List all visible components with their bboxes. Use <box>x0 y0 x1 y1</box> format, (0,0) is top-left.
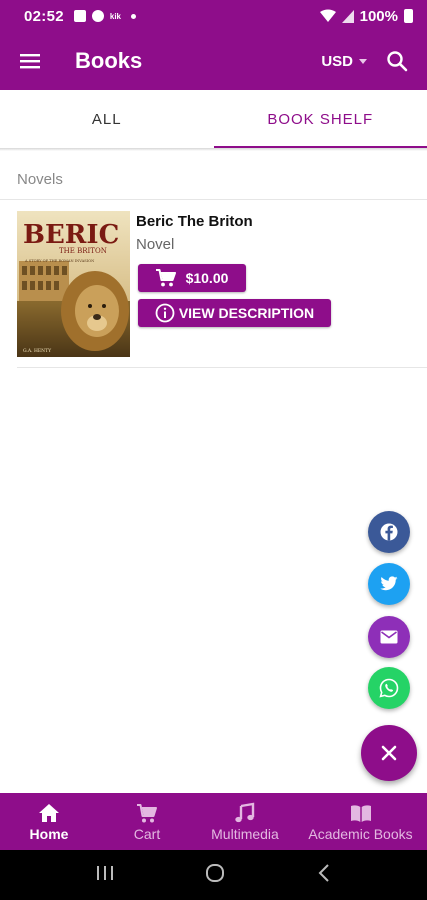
currency-label: USD <box>321 52 353 70</box>
twitter-share-button[interactable] <box>368 563 410 605</box>
book-cover-image[interactable]: BERIC THE BRITON A STORY OF THE ROMAN IN… <box>17 211 130 357</box>
chevron-down-icon <box>359 58 367 64</box>
tab-bar: ALL BOOK SHELF <box>0 90 427 148</box>
close-icon <box>381 745 397 761</box>
cover-author-text: G.A. HENTY <box>23 348 52 354</box>
facebook-share-button[interactable] <box>368 511 410 553</box>
gallery-notification-icon <box>73 10 86 22</box>
cover-tagline-text: A STORY OF THE ROMAN INVASION <box>24 259 94 263</box>
battery-percent: 100% <box>359 7 398 25</box>
home-system-button[interactable] <box>205 863 225 888</box>
view-description-button[interactable]: VIEW DESCRIPTION <box>138 299 331 327</box>
wifi-icon <box>319 9 336 22</box>
nav-item-academic-books[interactable]: Academic Books <box>294 793 427 850</box>
back-button[interactable] <box>317 863 331 887</box>
book-title: Beric The Briton <box>136 213 253 230</box>
twitter-icon <box>380 576 398 591</box>
close-share-menu-button[interactable] <box>361 725 417 781</box>
tab-divider <box>0 148 427 151</box>
facebook-icon <box>380 523 398 541</box>
nav-item-multimedia[interactable]: Multimedia <box>196 793 294 850</box>
cart-icon <box>137 803 157 822</box>
whatsapp-icon <box>379 678 399 698</box>
currency-selector[interactable]: USD <box>321 53 367 70</box>
app-bar: Books USD <box>0 32 427 90</box>
status-time: 02:52 <box>24 7 64 25</box>
whatsapp-share-button[interactable] <box>368 667 410 709</box>
cover-subtitle-text: THE BRITON <box>59 247 107 255</box>
recent-apps-icon <box>96 865 113 880</box>
nav-label-academic-books: Academic Books <box>308 825 413 842</box>
view-description-label: VIEW DESCRIPTION <box>178 305 315 321</box>
book-open-icon <box>350 804 371 822</box>
search-button[interactable] <box>367 32 427 90</box>
hamburger-menu-icon <box>20 54 40 69</box>
more-notifications-dot-icon <box>131 13 136 19</box>
nav-item-home[interactable]: Home <box>0 793 98 850</box>
nav-item-cart[interactable]: Cart <box>98 793 196 850</box>
soccer-ball-icon <box>91 10 104 22</box>
email-share-button[interactable] <box>368 616 410 658</box>
nav-label-home: Home <box>29 825 69 842</box>
kik-notification-icon: kik <box>109 11 121 21</box>
page-title: Books <box>75 48 143 73</box>
section-header: Novels <box>0 160 427 200</box>
tab-book-shelf[interactable]: BOOK SHELF <box>213 90 427 148</box>
recent-apps-button[interactable] <box>96 865 114 886</box>
nav-label-cart: Cart <box>133 825 161 842</box>
add-to-cart-button[interactable]: $10.00 <box>138 264 246 292</box>
book-list-item[interactable]: BERIC THE BRITON A STORY OF THE ROMAN IN… <box>17 210 427 368</box>
tab-all[interactable]: ALL <box>0 90 214 148</box>
home-circle-icon <box>206 863 225 882</box>
back-chevron-icon <box>318 863 329 882</box>
system-navigation-bar <box>0 850 427 900</box>
menu-button[interactable] <box>0 32 60 90</box>
book-category: Novel <box>136 236 175 253</box>
cover-title-text: BERIC <box>23 220 119 250</box>
nav-label-multimedia: Multimedia <box>211 825 279 842</box>
mail-icon <box>380 630 398 644</box>
info-icon <box>155 303 175 323</box>
music-note-icon <box>235 802 255 822</box>
battery-icon <box>404 9 413 23</box>
home-icon <box>39 803 59 822</box>
cart-icon <box>155 269 176 287</box>
book-info: Beric The Briton Novel $10.00 VIEW DESCR… <box>136 210 331 327</box>
bottom-navigation: Home Cart Multimedia Academic Books <box>0 793 427 850</box>
signal-icon <box>341 9 354 23</box>
search-icon <box>387 51 408 72</box>
status-bar: 02:52 kik 100% <box>0 0 427 32</box>
price-label: $10.00 <box>185 270 229 286</box>
